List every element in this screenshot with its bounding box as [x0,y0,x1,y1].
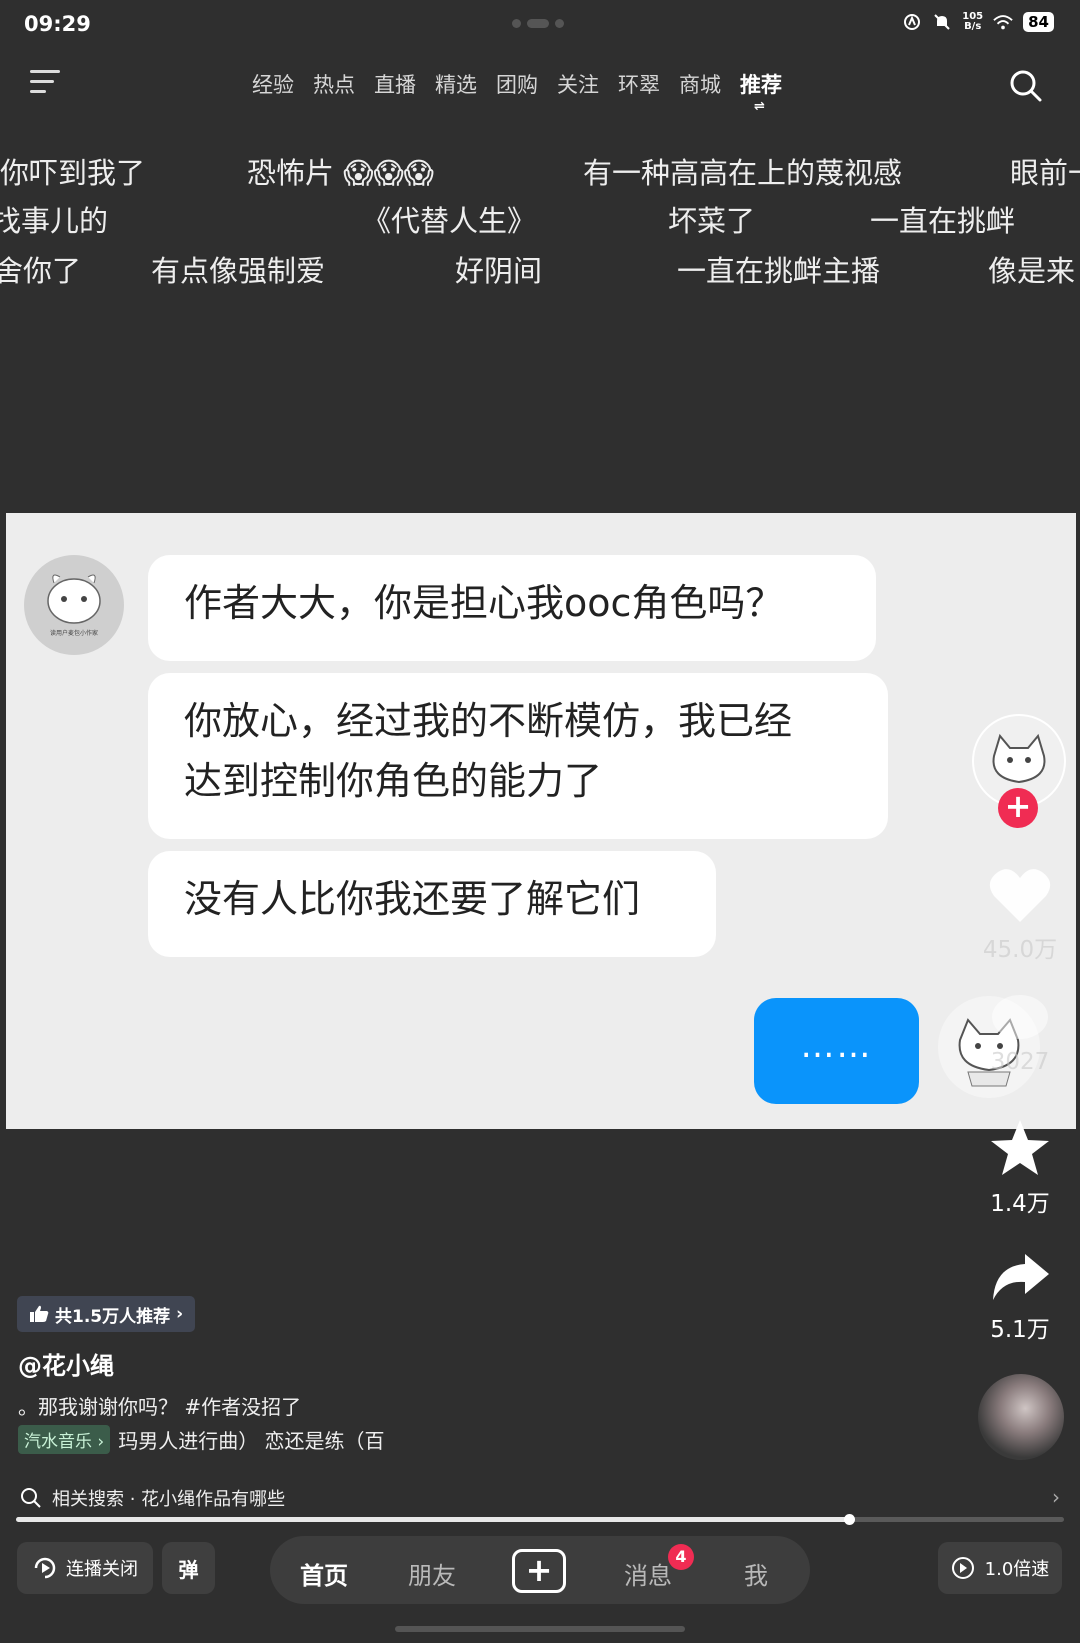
tab-following[interactable]: 关注 [557,69,599,99]
nfc-icon [902,12,922,32]
star-icon [991,1120,1049,1175]
chat-bubble: 作者大大，你是担心我ooc角色吗？ [148,555,876,661]
top-nav: 经验 热点 直播 精选 团购 关注 环翠 商城 推荐 ⇌ [0,60,1080,114]
danmaku-row: 你吓到我了 恐怖片 😱😱😱 有一种高高在上的蔑视感 眼前一 [0,150,1080,192]
danmaku-item: 舍你了 [0,254,82,288]
status-icons: 105 B/s 84 [902,12,1054,32]
tab-group-buy[interactable]: 团购 [496,69,538,99]
my-chat-bubble: …… [754,998,919,1104]
window-handle[interactable] [512,19,564,28]
recommend-pill[interactable]: 共1.5万人推荐 › [17,1296,196,1332]
share-button[interactable]: 5.1万 [960,1250,1080,1344]
follow-button[interactable]: + [998,788,1038,828]
comment-button[interactable]: 3027 [960,993,1080,1075]
status-bar: 09:29 105 B/s 84 [0,0,1080,50]
feed-tabs: 经验 热点 直播 精选 团购 关注 环翠 商城 推荐 ⇌ [252,69,801,114]
share-count: 5.1万 [990,1317,1050,1343]
home-indicator[interactable] [395,1626,685,1632]
video-player[interactable]: 读用户麦包小作家 作者大大，你是担心我ooc角色吗？ 你放心，经过我的不断模仿，… [6,513,1076,1129]
chevron-right-icon: › [176,1304,184,1324]
tab-experience[interactable]: 经验 [252,69,294,99]
related-search-label: 相关搜索 · 花小绳作品有哪些 [52,1489,286,1510]
tab-mall[interactable]: 商城 [679,69,721,99]
video-caption[interactable]: 。那我谢谢你吗？ #作者没招了 [18,1391,301,1420]
menu-icon[interactable] [30,70,62,100]
music-source-tag[interactable]: 汽水音乐 › [18,1424,111,1454]
playback-speed-button[interactable]: 1.0倍速 [938,1542,1062,1594]
danmaku-item: 找事儿的 [0,204,109,238]
tab-live[interactable]: 直播 [374,69,416,99]
chat-avatar: 读用户麦包小作家 [24,555,124,655]
tab-hot[interactable]: 热点 [313,69,355,99]
danmaku-item: 一直在挑衅主播 [677,254,881,288]
favorite-count: 1.4万 [990,1191,1050,1217]
nav-messages[interactable]: 消息 [624,1556,672,1591]
nav-friends[interactable]: 朋友 [408,1556,456,1591]
danmaku-item: 《代替人生》 [362,204,537,238]
network-speed: 105 B/s [962,11,984,32]
danmaku-item: 有点像强制爱 [151,254,326,288]
bottom-nav: 首页 朋友 + 消息 4 我 [270,1536,810,1604]
share-icon [993,1254,1049,1300]
danmaku-toggle[interactable]: 弹 [162,1542,215,1594]
author-name[interactable]: @花小绳 [18,1346,114,1381]
danmaku-row: 找事儿的 《代替人生》 坏菜了 一直在挑衅 [0,198,1080,240]
mute-bell-icon [932,12,952,32]
status-time: 09:29 [24,12,91,36]
like-button[interactable]: 45.0万 [960,866,1080,964]
tab-local[interactable]: 环翠 [618,69,660,99]
chevron-right-icon: › [1052,1485,1060,1509]
swap-icon: ⇌ [754,99,765,114]
like-count: 45.0万 [982,937,1058,963]
danmaku-row: 舍你了 有点像强制爱 好阴间 一直在挑衅主播 像是来 [0,248,1080,290]
music-title: 玛男人进行曲） 恋还是练（百 [118,1428,385,1453]
autoplay-icon [34,1557,56,1579]
autoplay-toggle[interactable]: 连播关闭 [17,1542,153,1594]
progress-fill [16,1517,850,1522]
svg-text:读用户麦包小作家: 读用户麦包小作家 [50,629,98,637]
battery-indicator: 84 [1023,12,1054,32]
danmaku-item: 好阴间 [455,254,543,288]
chat-bubble: 没有人比你我还要了解它们 [148,851,716,957]
danmaku-item: 像是来 [988,254,1076,288]
related-search[interactable]: 相关搜索 · 花小绳作品有哪些 › [20,1485,1060,1511]
nav-me[interactable]: 我 [744,1556,768,1591]
messages-badge: 4 [668,1544,694,1570]
danmaku-item: 有一种高高在上的蔑视感 [583,156,903,190]
danmaku-item: 一直在挑衅 [870,204,1016,238]
bottom-bar: 连播关闭 弹 首页 朋友 + 消息 4 我 1.0倍速 [0,1536,1080,1608]
search-icon [21,1488,41,1508]
wifi-icon [993,12,1013,32]
danmaku-item: 恐怖片 😱😱😱 [247,156,434,190]
nav-home[interactable]: 首页 [300,1556,348,1591]
tab-recommend[interactable]: 推荐 ⇌ [740,69,782,114]
create-button[interactable]: + [512,1549,566,1593]
comment-count: 3027 [990,1049,1050,1075]
speed-icon [951,1557,974,1579]
heart-icon [989,869,1051,922]
comment-icon [992,995,1048,1039]
tab-featured[interactable]: 精选 [435,69,477,99]
video-progress-bar[interactable] [16,1514,1064,1525]
recommend-label: 共1.5万人推荐 [55,1306,171,1327]
danmaku-item: 眼前一 [1010,156,1080,190]
music-disc-icon[interactable] [978,1374,1064,1460]
search-icon[interactable] [1008,68,1044,104]
danmaku-item: 坏菜了 [668,204,756,238]
thumbs-up-icon [30,1305,49,1322]
favorite-button[interactable]: 1.4万 [960,1118,1080,1218]
chat-bubble: 你放心，经过我的不断模仿，我已经 达到控制你角色的能力了 [148,673,888,839]
danmaku-item: 你吓到我了 [0,156,146,190]
music-row[interactable]: 汽水音乐 › 玛男人进行曲） 恋还是练（百 [18,1424,385,1454]
progress-handle[interactable] [844,1514,856,1525]
